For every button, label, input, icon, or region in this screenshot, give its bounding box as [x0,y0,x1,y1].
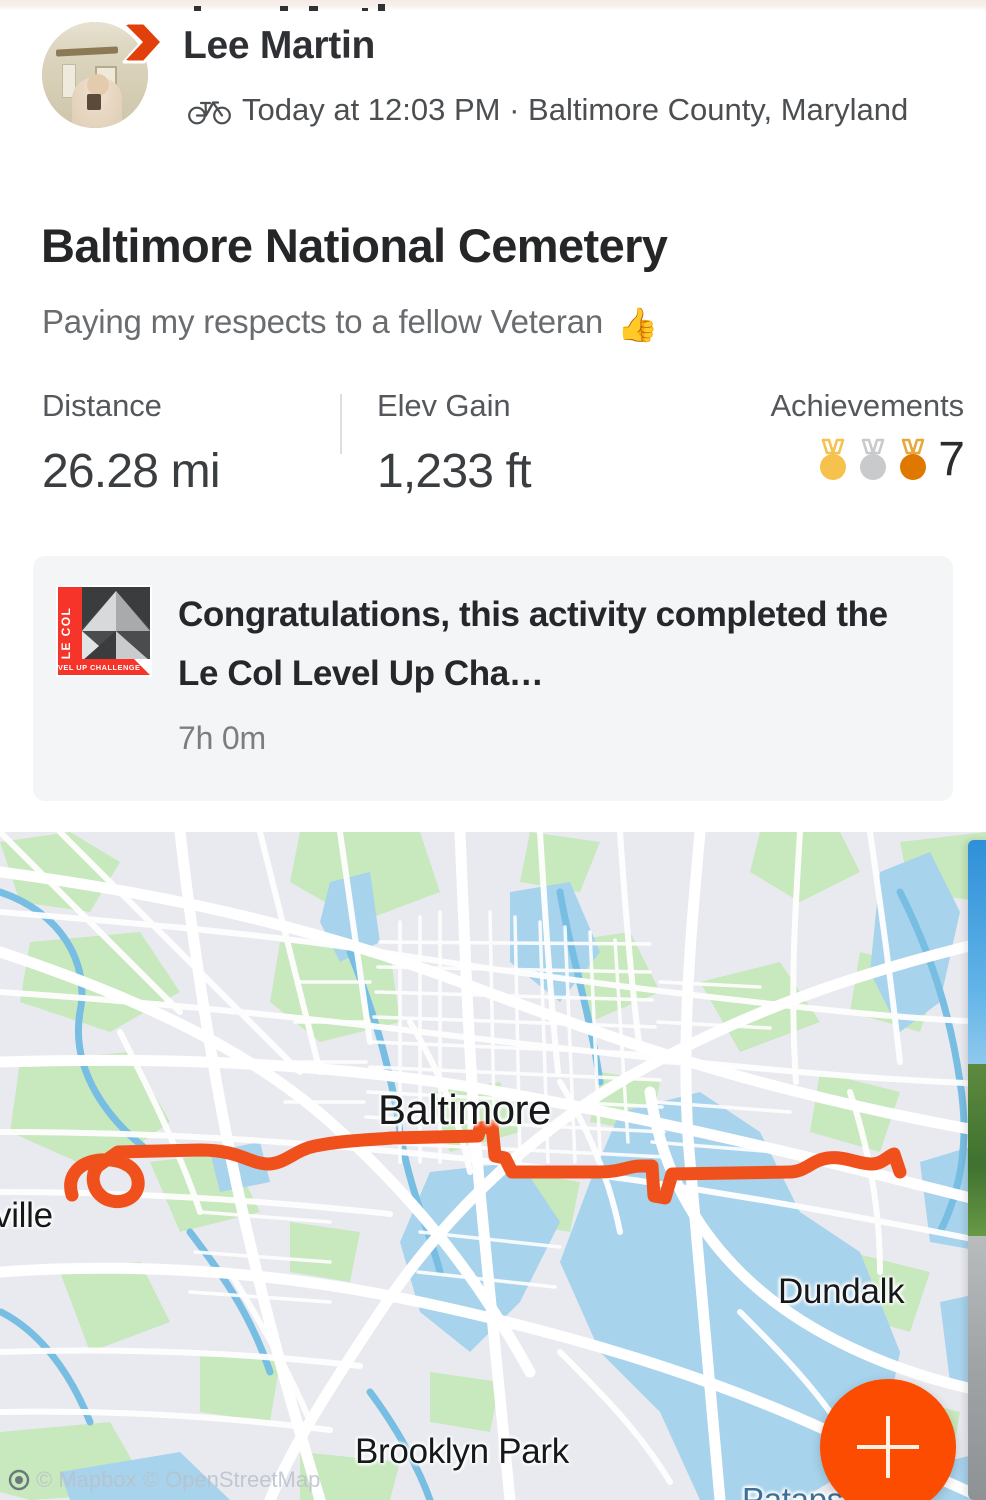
challenge-title: Congratulations, this activity completed… [178,595,888,693]
gold-medal-icon [820,438,847,480]
activity-description: Paying my respects to a fellow Veteran 👍 [42,303,658,345]
activity-meta-text: Today at 12:03 PM · Baltimore County, Ma… [242,92,909,127]
thumbs-up-emoji-icon: 👍 [617,306,658,343]
activity-description-text: Paying my respects to a fellow Veteran [42,303,604,340]
stats-divider [340,394,342,454]
stat-achievements[interactable]: Achievements 7 [770,388,965,486]
stat-distance-value: 26.28 mi [42,445,221,498]
bronze-medal-icon [900,438,927,480]
map-label-brooklyn-park: Brooklyn Park [355,1432,569,1471]
achievements-count: 7 [938,433,965,486]
info-circle-icon [8,1469,30,1491]
silver-medal-icon [860,438,887,480]
svg-text:LE COL: LE COL [59,607,73,659]
page-title[interactable]: Baltimore National Cemetery [41,218,668,273]
map-label-dundalk: Dundalk [778,1272,905,1311]
svg-text:LEVEL UP CHALLENGE: LEVEL UP CHALLENGE [56,663,140,672]
avatar-photo-head [87,74,109,96]
athlete-name[interactable]: Lee Martin [183,26,375,65]
achievement-medals: 7 [770,433,965,486]
avatar-photo-phone [87,94,101,110]
stat-distance: Distance 26.28 mi [42,388,221,499]
photo-ground [968,1236,986,1500]
activity-meta: Today at 12:03 PM · Baltimore County, Ma… [188,88,928,132]
stat-elevation-value: 1,233 ft [377,445,532,498]
photo-sky [968,840,986,1091]
activity-detail-screen: Lee Martin Today at 12:03 PM · Baltimore… [0,0,986,1500]
map-attribution-text: © Mapbox © OpenStreetMap [36,1467,321,1492]
activity-photo-card[interactable] [968,840,986,1500]
stat-distance-label: Distance [42,388,162,423]
le-col-level-up-challenge-badge-icon: LE COL LEVEL UP CHALLENGE [56,585,152,677]
stat-achievements-label: Achievements [770,388,964,423]
map-attribution[interactable]: © Mapbox © OpenStreetMap [8,1467,320,1493]
stats-row: Distance 26.28 mi Elev Gain 1,233 ft Ach… [0,388,986,513]
map-label-baltimore: Baltimore [378,1086,551,1133]
map-label-ville: ville [0,1196,53,1235]
stat-elevation: Elev Gain 1,233 ft [377,388,532,499]
challenge-subtitle: 7h 0m [178,720,266,756]
stat-elevation-label: Elev Gain [377,388,511,423]
activity-header: Lee Martin Today at 12:03 PM · Baltimore… [0,14,986,164]
strava-chevron-badge-icon [122,21,164,64]
sliver-text-fragments [110,4,410,11]
challenge-card[interactable]: LE COL LEVEL UP CHALLENGE Congratulation… [33,556,953,801]
previous-card-sliver [0,0,986,11]
bicycle-icon [188,101,231,125]
photo-trees [968,1064,986,1250]
avatar-wrapper[interactable] [42,21,164,128]
plus-icon-horizontal [857,1445,919,1449]
